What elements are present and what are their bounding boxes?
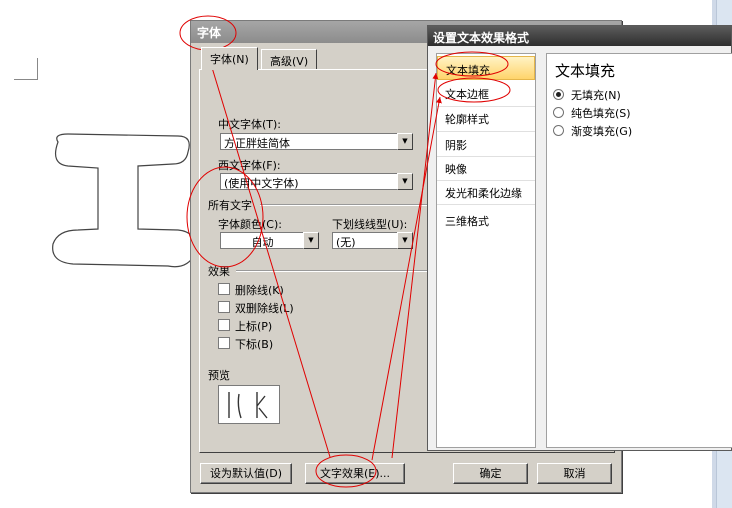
gradient-fill-radio[interactable] [553,125,564,136]
chevron-down-icon[interactable]: ▼ [397,232,413,249]
text-effects-dialog: 设置文本效果格式 文本填充 文本边框 轮廓样式 阴影 映像 发光和柔化边缘 三维… [427,25,732,451]
nav-divider [437,204,535,205]
set-default-button[interactable]: 设为默认值(D) [200,463,292,484]
font-color-label: 字体颜色(C): [218,218,282,231]
font-color-select[interactable]: 自动 [220,232,304,249]
chevron-down-icon[interactable]: ▼ [397,173,413,190]
page-corner-marker [14,58,38,80]
cancel-button[interactable]: 取消 [537,463,612,484]
preview-label: 预览 [208,369,230,382]
text-fill-panel: 文本填充 无填充(N) 纯色填充(S) 渐变填充(G) [546,53,732,448]
nav-item-shadow[interactable]: 阴影 [437,132,535,156]
all-text-group-label: 所有文字 [208,199,252,212]
chevron-down-icon[interactable]: ▼ [397,133,413,150]
chinese-font-select[interactable]: 方正胖娃简体 [220,133,398,150]
western-font-select[interactable]: (使用中文字体) [220,173,398,190]
text-effects-button[interactable]: 文字效果(E)... [305,463,405,484]
no-fill-label: 无填充(N) [571,89,621,102]
double-strikethrough-label: 双删除线(L) [235,302,294,315]
solid-fill-label: 纯色填充(S) [571,107,631,120]
strikethrough-checkbox[interactable] [218,283,230,295]
nav-item-text-fill[interactable]: 文本填充 [437,56,535,80]
chevron-down-icon[interactable]: ▼ [303,232,319,249]
strikethrough-label: 删除线(K) [235,284,284,297]
subscript-label: 下标(B) [235,338,274,351]
panel-heading: 文本填充 [555,62,616,80]
effects-group-label: 效果 [208,265,230,278]
double-strikethrough-checkbox[interactable] [218,301,230,313]
effects-nav-list: 文本填充 文本边框 轮廓样式 阴影 映像 发光和柔化边缘 三维格式 [436,53,536,448]
ok-button[interactable]: 确定 [453,463,528,484]
nav-item-outline-style[interactable]: 轮廓样式 [437,106,535,130]
preview-box [218,385,280,424]
subscript-checkbox[interactable] [218,337,230,349]
tab-font[interactable]: 字体(N) [201,47,258,70]
nav-item-3d-format[interactable]: 三维格式 [437,208,535,232]
text-effects-dialog-title: 设置文本效果格式 [428,26,731,46]
chinese-font-label: 中文字体(T): [218,118,282,131]
nav-item-glow-soft-edges[interactable]: 发光和柔化边缘 [437,180,535,204]
western-font-label: 西文字体(F): [218,159,281,172]
underline-select[interactable]: (无) [332,232,398,249]
superscript-label: 上标(P) [235,320,273,333]
tab-advanced[interactable]: 高级(V) [261,49,318,70]
underline-label: 下划线线型(U): [332,218,408,231]
nav-item-text-border[interactable]: 文本边框 [437,81,535,105]
nav-item-reflection[interactable]: 映像 [437,156,535,180]
superscript-checkbox[interactable] [218,319,230,331]
no-fill-radio[interactable] [553,89,564,100]
solid-fill-radio[interactable] [553,107,564,118]
gradient-fill-label: 渐变填充(G) [571,125,633,138]
